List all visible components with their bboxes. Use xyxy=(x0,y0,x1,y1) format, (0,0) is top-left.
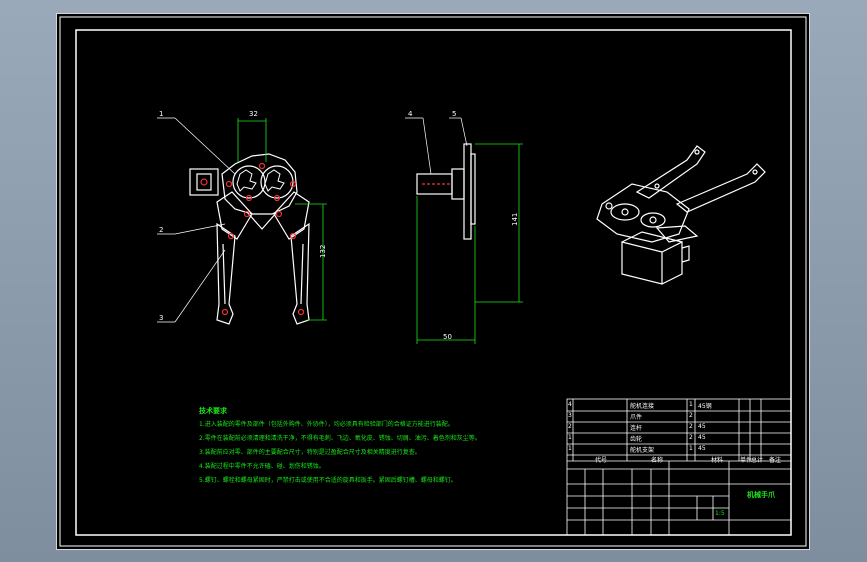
front-dimensions xyxy=(237,118,327,321)
tech-req-title: 技术要求 xyxy=(199,407,227,415)
bom-row-4-material: 45 xyxy=(698,434,706,441)
bom-row-2-qty: 2 xyxy=(689,412,693,419)
front-leaders xyxy=(157,117,236,323)
outer-frame xyxy=(59,16,807,547)
drawing-title: 机械手爪 xyxy=(747,491,775,499)
bom-header-total: 总计 xyxy=(751,457,764,464)
bom-row-3-no: 2 xyxy=(568,423,572,430)
bom-row-4-qty: 2 xyxy=(689,434,693,441)
tech-req-item-5: 5.螺钉、螺栓和螺母紧固时，严禁打击或使用不合适的旋具和扳手。紧固后螺钉槽、螺母… xyxy=(199,477,457,484)
part-label-5: 5 xyxy=(452,110,456,118)
part-label-4: 4 xyxy=(408,110,413,118)
dim-front-height: 132 xyxy=(319,245,327,258)
tech-req-item-4: 4.装配过程中零件不允许磕、碰、划伤和锈蚀。 xyxy=(199,463,325,470)
bom-row-3-material: 45 xyxy=(698,423,706,430)
side-view xyxy=(416,143,476,240)
side-leaders xyxy=(405,117,468,175)
tech-req-item-2: 2.零件在装配前必须清理和清洗干净，不得有毛刺、飞边、氧化皮、锈蚀、切屑、油污、… xyxy=(199,435,481,442)
bom-row-5-material: 45 xyxy=(698,445,706,452)
tech-req-item-3: 3.装配前应对零、部件的主要配合尺寸，特别是过盈配合尺寸及相关精度进行复查。 xyxy=(199,449,421,456)
dim-front-width: 32 xyxy=(249,110,258,118)
bom-row-3-name: 连杆 xyxy=(630,425,643,432)
bom-row-1-material: 45钢 xyxy=(698,403,712,410)
bom-row-5-qty: 1 xyxy=(689,445,693,452)
bom-header-name: 名称 xyxy=(651,457,664,464)
inner-frame xyxy=(75,29,792,536)
bom-row-5-no: 1 xyxy=(568,445,572,452)
part-label-3: 3 xyxy=(159,314,163,322)
bom-row-1-no: 4 xyxy=(568,401,572,408)
part-label-1: 1 xyxy=(159,110,163,118)
bom-header-material: 材料 xyxy=(711,457,724,464)
dim-side-height: 141 xyxy=(511,213,519,226)
part-label-2: 2 xyxy=(159,226,163,234)
title-block xyxy=(566,398,792,536)
bom-row-2-name: 爪件 xyxy=(630,414,643,421)
bom-header-note: 备注 xyxy=(769,457,782,464)
dim-side-width: 50 xyxy=(443,333,452,341)
isometric-view xyxy=(596,145,766,285)
drawing-scale: 1:5 xyxy=(715,510,725,517)
bom-row-3-qty: 2 xyxy=(689,423,693,430)
bom-row-1-qty: 1 xyxy=(689,401,693,408)
drawing-canvas[interactable]: 32 132 1 2 3 50 141 4 5 技术要求 1.进入装配的零件及部… xyxy=(56,13,810,550)
cad-drawing: 32 132 1 2 3 50 141 4 5 xyxy=(59,16,807,547)
front-view xyxy=(189,153,310,325)
tech-req-item-1: 1.进入装配的零件及部件（包括外购件、外协件），均必须具有检验部门的合格证方能进… xyxy=(199,421,454,428)
bom-row-5-name: 舵机支架 xyxy=(630,447,655,454)
bom-row-2-no: 3 xyxy=(568,412,572,419)
bom-row-1-name: 舵机连接 xyxy=(630,403,655,410)
bom-row-4-name: 齿轮 xyxy=(630,436,643,443)
bom-row-4-no: 1 xyxy=(568,434,572,441)
bom-header-code: 代号 xyxy=(595,457,608,464)
